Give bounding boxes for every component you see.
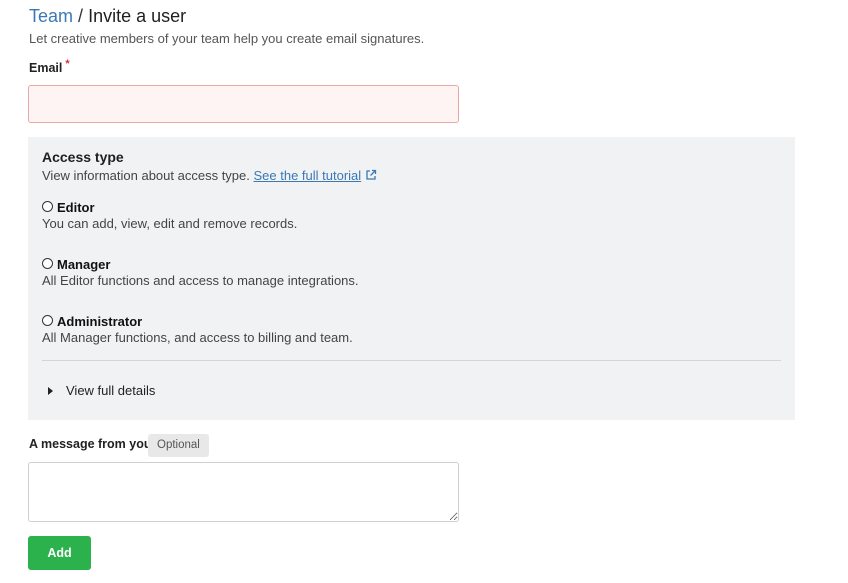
breadcrumb-team-link[interactable]: Team — [29, 6, 73, 26]
email-label: Email * — [29, 58, 70, 75]
required-marker: * — [65, 58, 70, 70]
manager-label[interactable]: Manager — [57, 257, 110, 272]
editor-label[interactable]: Editor — [57, 200, 95, 215]
view-full-details-label: View full details — [66, 383, 156, 398]
invite-user-page: Team / Invite a user Let creative member… — [0, 0, 848, 583]
full-tutorial-link[interactable]: See the full tutorial — [254, 168, 378, 183]
breadcrumb-separator: / — [78, 6, 84, 26]
access-type-description: View information about access type. See … — [42, 168, 377, 183]
breadcrumb-current: Invite a user — [88, 6, 187, 26]
page-subtitle: Let creative members of your team help y… — [29, 31, 425, 46]
message-textarea[interactable] — [28, 462, 459, 522]
administrator-label[interactable]: Administrator — [57, 314, 142, 329]
full-tutorial-link-text: See the full tutorial — [253, 168, 362, 183]
editor-radio[interactable] — [42, 200, 53, 212]
message-label: A message from you — [29, 437, 152, 451]
access-description-text: View information about access type. — [42, 168, 250, 183]
administrator-description: All Manager functions, and access to bil… — [42, 330, 353, 345]
editor-description: You can add, view, edit and remove recor… — [42, 216, 298, 231]
access-option-editor[interactable]: Editor You can add, view, edit and remov… — [42, 199, 297, 231]
access-option-administrator[interactable]: Administrator All Manager functions, and… — [42, 313, 353, 345]
caret-right-icon — [48, 386, 53, 395]
manager-description: All Editor functions and access to manag… — [42, 273, 359, 288]
email-field[interactable] — [28, 85, 459, 123]
access-divider — [42, 360, 781, 361]
add-button[interactable]: Add — [28, 536, 91, 570]
access-type-panel: Access type View information about acces… — [28, 137, 795, 420]
manager-radio[interactable] — [42, 257, 53, 269]
view-full-details-toggle[interactable]: View full details — [48, 383, 155, 398]
page-title: Team / Invite a user — [29, 5, 186, 27]
access-option-manager[interactable]: Manager All Editor functions and access … — [42, 256, 359, 288]
external-link-icon — [366, 169, 377, 180]
access-type-heading: Access type — [42, 149, 124, 165]
administrator-radio[interactable] — [42, 314, 53, 326]
email-label-text: Email — [29, 61, 63, 75]
optional-badge: Optional — [148, 434, 209, 457]
